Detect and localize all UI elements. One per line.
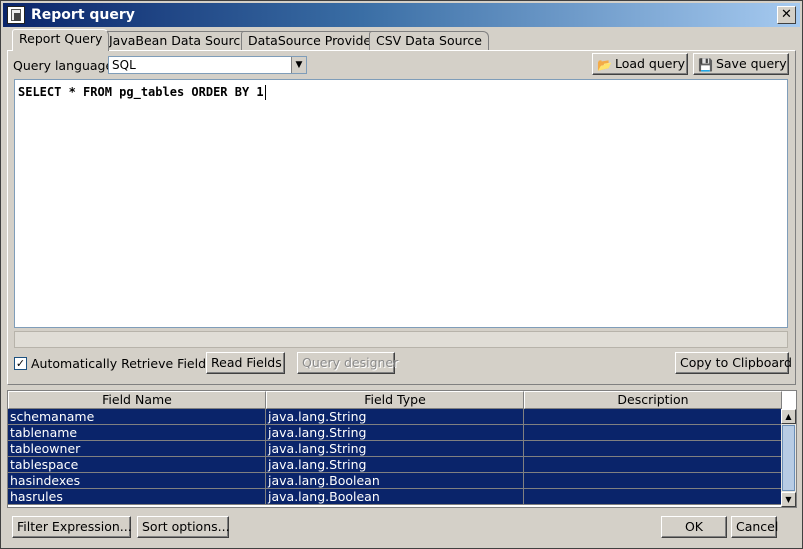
tab-csv-data-source[interactable]: CSV Data Source [369, 31, 489, 51]
fields-table: Field Name Field Type Description schema… [7, 390, 797, 508]
column-header-field-name[interactable]: Field Name [8, 391, 266, 409]
sql-editor[interactable]: SELECT * FROM pg_tables ORDER BY 1 [14, 79, 788, 328]
read-fields-button[interactable]: Read Fields [206, 352, 285, 374]
chevron-down-icon[interactable]: ▼ [291, 57, 306, 73]
scroll-down-icon[interactable]: ▼ [781, 492, 796, 507]
table-row[interactable]: hasindexes java.lang.Boolean [8, 473, 782, 489]
scroll-up-icon[interactable]: ▲ [781, 409, 796, 424]
close-icon: ✕ [781, 7, 792, 22]
cell-field-name: hasrules [8, 489, 266, 505]
cell-field-name: schemaname [8, 409, 266, 425]
sort-options-button[interactable]: Sort options... [137, 516, 230, 538]
table-row[interactable]: tablename java.lang.String [8, 425, 782, 441]
tab-datasource-provider[interactable]: DataSource Provider [241, 31, 384, 51]
load-query-label: Load query [614, 56, 685, 71]
query-designer-button[interactable]: Query designer [297, 352, 398, 374]
copy-to-clipboard-button[interactable]: Copy to Clipboard [675, 352, 792, 374]
save-disk-icon: 💾 [698, 57, 713, 72]
cell-field-type: java.lang.String [266, 425, 524, 441]
cell-field-name: tableowner [8, 441, 266, 457]
cell-description [524, 473, 782, 489]
editor-horizontal-scrollbar[interactable] [14, 331, 788, 348]
cell-field-type: java.lang.String [266, 441, 524, 457]
load-query-button[interactable]: 📂 Load query [592, 53, 688, 75]
ok-button[interactable]: OK [661, 516, 727, 538]
cell-field-type: java.lang.String [266, 409, 524, 425]
window-title: Report query [31, 7, 135, 23]
column-header-description[interactable]: Description [524, 391, 782, 409]
sql-query-text: SELECT * FROM pg_tables ORDER BY 1 [18, 85, 266, 100]
cell-field-name: hasindexes [8, 473, 266, 489]
table-row[interactable]: tableowner java.lang.String [8, 441, 782, 457]
query-language-label: Query language [13, 58, 114, 73]
tab-report-query[interactable]: Report Query [12, 29, 110, 51]
report-icon [7, 6, 25, 24]
table-row[interactable]: hasrules java.lang.Boolean [8, 489, 782, 505]
text-caret [264, 85, 266, 100]
close-button[interactable]: ✕ [777, 6, 796, 24]
tab-javabean-data-source[interactable]: JavaBean Data Source [102, 31, 255, 51]
scroll-thumb[interactable] [782, 425, 795, 491]
folder-open-icon: 📂 [597, 57, 612, 72]
cell-field-type: java.lang.Boolean [266, 473, 524, 489]
title-bar[interactable]: Report query ✕ [3, 3, 800, 27]
table-header: Field Name Field Type Description [8, 391, 782, 409]
table-row[interactable]: tablespace java.lang.String [8, 457, 782, 473]
cell-description [524, 441, 782, 457]
save-query-button[interactable]: 💾 Save query [693, 53, 789, 75]
auto-retrieve-label: Automatically Retrieve Fields [31, 356, 213, 371]
cell-description [524, 457, 782, 473]
cell-field-type: java.lang.String [266, 457, 524, 473]
auto-retrieve-checkbox[interactable]: ✓ [14, 357, 27, 370]
table-vertical-scrollbar[interactable]: ▲ ▼ [781, 409, 796, 507]
query-language-select[interactable]: SQL ▼ [108, 56, 307, 74]
table-row[interactable]: schemaname java.lang.String [8, 409, 782, 425]
report-query-dialog: Report query ✕ Report Query JavaBean Dat… [0, 0, 803, 549]
cell-description [524, 409, 782, 425]
cell-field-name: tablename [8, 425, 266, 441]
save-query-label: Save query [715, 56, 787, 71]
query-language-value: SQL [112, 58, 136, 72]
cell-field-name: tablespace [8, 457, 266, 473]
cell-description [524, 489, 782, 505]
cell-description [524, 425, 782, 441]
filter-expression-button[interactable]: Filter Expression... [12, 516, 132, 538]
column-header-field-type[interactable]: Field Type [266, 391, 524, 409]
cancel-button[interactable]: Cancel [731, 516, 778, 538]
cell-field-type: java.lang.Boolean [266, 489, 524, 505]
